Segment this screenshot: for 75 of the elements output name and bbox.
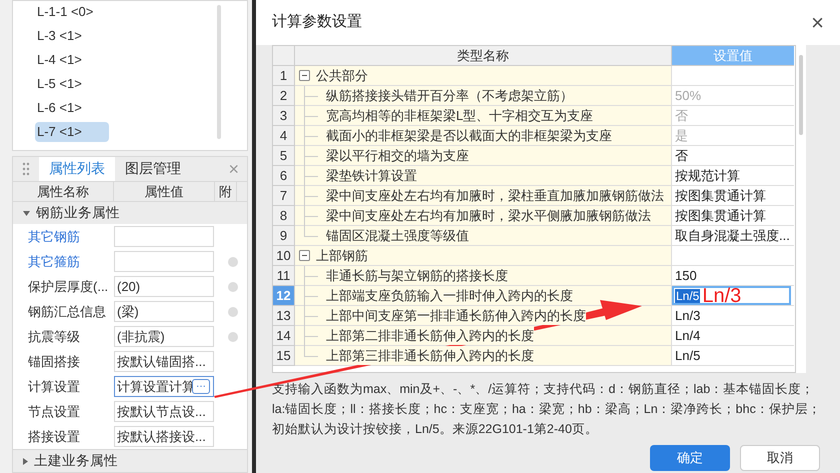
row-number: 6 [273,166,295,186]
property-value-field[interactable]: (非抗震) [114,326,214,347]
panel-tab[interactable]: 图层管理 [115,157,191,180]
property-value-field[interactable]: (梁) [114,301,214,322]
property-value-field[interactable]: 按默认锚固搭... [114,351,214,372]
scrollbar-thumb[interactable] [799,55,803,135]
setting-value: 按图集贯通计算 [675,206,766,225]
property-link[interactable]: 其它钢筋 [13,226,114,246]
tree-item[interactable]: L-5 <1> [35,74,84,94]
setting-value: Ln/4 [675,326,700,345]
row-number: 13 [273,306,295,326]
group-label: 土建业务属性 [34,452,118,470]
collapse-arrow-icon[interactable] [23,458,28,464]
collapse-icon[interactable] [299,250,310,261]
property-name: 保护层厚度(... [27,278,110,296]
property-name: 钢筋汇总信息 [27,302,107,321]
annotation-text: Ln/3 [702,286,742,306]
property-link[interactable]: 其它箍筋 [13,252,114,272]
attach-checkbox[interactable] [228,306,238,316]
attach-checkbox[interactable] [228,332,238,342]
column-header: 类型名称 [295,46,672,66]
row-number: 14 [273,326,295,346]
setting-value: 取自身混凝土强度... [675,226,790,245]
property-value-field[interactable]: 按默认节点设... [114,401,214,422]
property-name: 节点设置 [27,402,81,421]
ok-button[interactable]: 确定 [650,445,730,471]
row-number: 15 [273,346,295,366]
collapse-icon[interactable] [299,70,310,81]
tree-item[interactable]: L-6 <1> [35,98,84,118]
setting-value: 50% [675,86,702,105]
row-number: 10 [273,246,295,266]
row-number: 3 [273,106,295,126]
row-number: 7 [273,186,295,206]
row-number: 2 [273,86,295,106]
setting-value: 否 [675,146,688,165]
setting-name: 上部第二排非通长筋伸入跨内的长度 [326,326,534,346]
property-name: 锚固搭接 [27,352,81,371]
tree-item[interactable]: L-3 <1> [35,26,84,46]
setting-value: 按规范计算 [675,166,740,185]
setting-value: 否 [675,106,688,125]
drag-handle-icon[interactable] [22,162,30,176]
cancel-button[interactable]: 取消 [740,445,820,471]
setting-value: Ln/5 [675,346,700,365]
row-number: 5 [273,146,295,166]
property-value-field[interactable] [114,226,214,247]
setting-value: 是 [675,126,688,145]
panel-tab[interactable]: 属性列表 [39,157,115,180]
row-number: 8 [273,206,295,226]
property-name: 搭接设置 [27,428,81,446]
scrollbar-thumb[interactable] [217,5,221,139]
property-value-field[interactable]: 按默认搭接设... [114,426,214,447]
ellipsis-button[interactable]: ··· [192,379,210,394]
property-name: 计算设置 [27,378,81,396]
row-number: 4 [273,126,295,146]
row-number: 1 [273,66,295,86]
row-number: 12 [273,286,295,306]
setting-name: 上部第三排非通长筋伸入跨内的长度 [326,346,534,366]
setting-value: 按图集贯通计算 [675,186,766,205]
property-value-field[interactable] [114,251,214,272]
close-button[interactable]: × [811,12,824,34]
dialog-title: 计算参数设置 [272,12,362,32]
row-number: 11 [273,266,295,286]
attach-checkbox[interactable] [228,282,238,292]
tree-item[interactable]: L-4 <1> [35,50,84,70]
property-value-field[interactable]: (20) [114,276,214,297]
expand-arrow-icon[interactable] [23,210,30,216]
column-header: 设置值 [672,46,794,66]
tree-item[interactable]: L-1-1 <0> [35,2,96,22]
tree-item[interactable]: L-7 <1> [35,122,109,142]
property-name: 抗震等级 [27,328,81,346]
group-label: 钢筋业务属性 [36,204,120,222]
setting-value: Ln/3 [675,306,700,325]
setting-value: 150 [675,266,697,285]
row-number: 9 [273,226,295,246]
attach-checkbox[interactable] [228,256,238,266]
